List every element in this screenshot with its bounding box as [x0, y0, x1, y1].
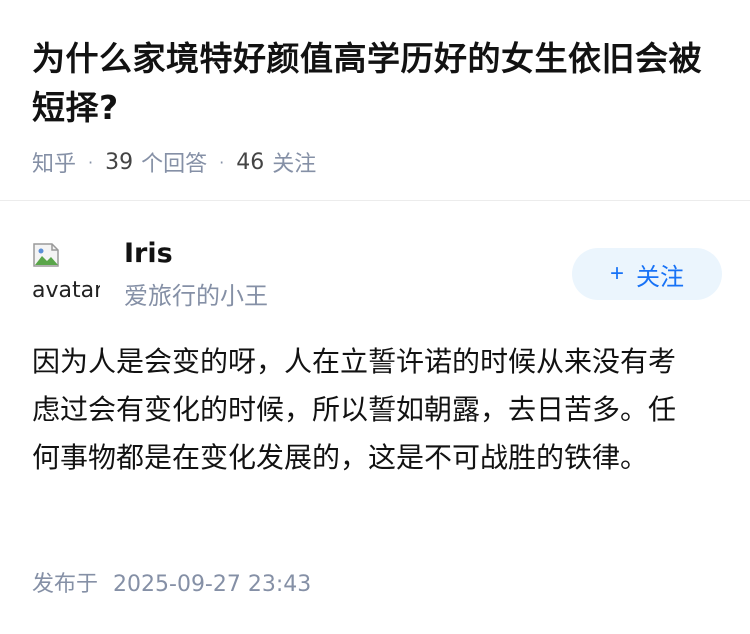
- follower-count: 46: [236, 149, 265, 175]
- answer-count: 39: [105, 149, 134, 175]
- publish-label: 发布于: [32, 572, 99, 597]
- question-meta: 知乎 · 39 个回答 · 46 关注: [32, 146, 722, 178]
- section-divider: [0, 200, 750, 201]
- publish-info: 发布于 2025-09-27 23:43: [32, 566, 311, 598]
- source-label[interactable]: 知乎: [32, 146, 76, 178]
- answer-content: 因为人是会变的呀，人在立誓许诺的时候从来没有考虑过会有变化的时候，所以誓如朝露，…: [32, 345, 677, 474]
- answer-count-label: 个回答: [141, 152, 208, 177]
- follow-button-label: 关注: [636, 263, 684, 291]
- author-card: avatar Iris 爱旅行的小王 + 关注: [32, 238, 722, 310]
- question-title[interactable]: 为什么家境特好颜值高学历好的女生依旧会被短择?: [32, 34, 722, 132]
- avatar[interactable]: avatar: [32, 238, 100, 306]
- avatar-alt-text: avatar: [32, 278, 100, 303]
- follow-button[interactable]: + 关注: [572, 248, 722, 300]
- follower-count-label: 关注: [272, 152, 317, 177]
- separator-dot: ·: [88, 152, 94, 172]
- question-header: 为什么家境特好颜值高学历好的女生依旧会被短择? 知乎 · 39 个回答 · 46…: [32, 34, 722, 178]
- plus-icon: +: [609, 260, 624, 287]
- author-bio: 爱旅行的小王: [124, 282, 268, 310]
- separator-dot: ·: [219, 152, 225, 172]
- publish-time: 2025-09-27 23:43: [113, 572, 312, 597]
- author-name[interactable]: Iris: [124, 238, 173, 269]
- broken-image-icon: [33, 243, 59, 267]
